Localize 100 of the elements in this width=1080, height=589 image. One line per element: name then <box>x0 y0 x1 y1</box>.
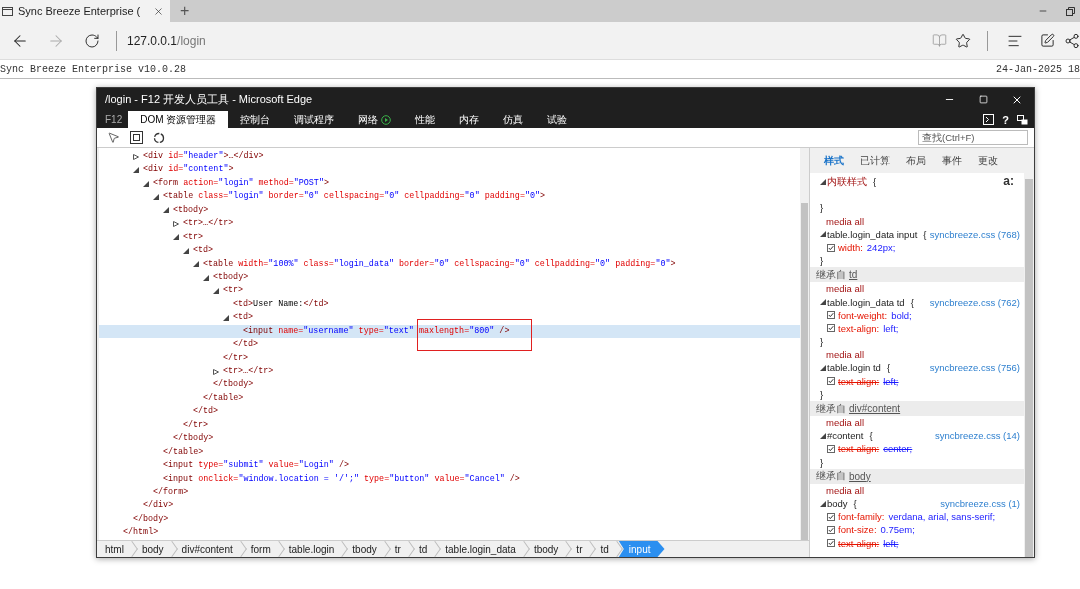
styles-tab[interactable]: 布局 <box>898 153 934 168</box>
rule-selector: table.login_data input <box>827 227 918 241</box>
new-tab-button[interactable]: + <box>170 0 200 22</box>
dom-tree-item[interactable]: <form action="login" method="POST"> <box>99 176 800 191</box>
checkbox[interactable] <box>827 311 835 320</box>
source-link[interactable]: syncbreeze.css (14) <box>935 429 1020 443</box>
console-icon[interactable] <box>983 114 995 125</box>
expanded-triangle-icon[interactable] <box>820 299 826 306</box>
dom-tree-item[interactable]: <input type="submit" value="Login" /> <box>99 459 800 473</box>
rule-selector: #content <box>827 429 864 443</box>
code-line: </html> <box>122 526 160 540</box>
expanded-triangle-icon[interactable] <box>203 274 209 281</box>
dom-tree-item[interactable]: <table width="100%" class="login_data" border="0" cellspacing="0" cellpadding="0" padding="0"> <box>99 257 800 271</box>
devtools-tab[interactable]: 控制台 <box>228 111 283 128</box>
play-icon[interactable] <box>381 114 392 125</box>
devtools-tab[interactable]: 调试程序 <box>282 111 347 128</box>
devtools-tab[interactable]: 仿真 <box>491 111 536 128</box>
expanded-triangle-icon[interactable] <box>223 314 229 321</box>
source-link[interactable]: syncbreeze.css (768) <box>929 227 1020 241</box>
expanded-triangle-icon[interactable] <box>133 167 139 174</box>
devtools-tab[interactable]: 试验 <box>535 111 580 128</box>
expanded-triangle-icon[interactable] <box>193 261 199 268</box>
breadcrumb-item[interactable]: tr <box>568 541 593 557</box>
styles-tab[interactable]: 已计算 <box>852 153 898 168</box>
breadcrumb-item[interactable]: td <box>410 541 438 557</box>
dom-tree-item[interactable]: <tr> <box>99 284 800 298</box>
expanded-triangle-icon[interactable] <box>143 180 149 187</box>
expanded-triangle-icon[interactable] <box>820 365 826 372</box>
expanded-triangle-icon[interactable] <box>820 231 826 238</box>
code-line: </form> <box>152 485 190 499</box>
circle-icon[interactable] <box>153 131 165 144</box>
browser-tab[interactable]: Sync Breeze Enterprise ( <box>0 0 170 22</box>
checkbox[interactable] <box>827 243 835 252</box>
scrollbar-thumb[interactable] <box>1025 179 1033 557</box>
devtools-tab[interactable]: 内存 <box>447 111 492 128</box>
collapsed-triangle-icon[interactable] <box>173 220 179 227</box>
maximize-icon[interactable] <box>978 95 988 104</box>
brace: } <box>820 455 824 469</box>
search-field[interactable]: 查找(Ctrl+F) <box>918 130 1028 145</box>
share-icon[interactable] <box>1064 32 1080 49</box>
help-button[interactable]: ? <box>1002 113 1009 126</box>
checkbox[interactable] <box>827 324 835 333</box>
pseudo-state-button[interactable]: a: <box>1003 175 1014 189</box>
collapsed-triangle-icon[interactable] <box>213 368 219 375</box>
checkbox[interactable] <box>827 525 835 534</box>
scrollbar-thumb[interactable] <box>801 203 808 540</box>
breadcrumb-item[interactable]: tbody <box>525 541 569 557</box>
dom-tree-item[interactable]: <tr>…</tr> <box>99 365 800 379</box>
dom-tree-item[interactable]: <div id="header">…</div> <box>99 150 800 164</box>
expanded-triangle-icon[interactable] <box>820 500 826 507</box>
expanded-triangle-icon[interactable] <box>183 247 189 254</box>
dom-tree-item[interactable]: <td>User Name:</td> <box>99 297 800 312</box>
dom-tree-item[interactable]: <td> <box>99 311 800 325</box>
inherited-label: 继承自 <box>816 469 846 484</box>
styles-tab[interactable]: 事件 <box>934 153 970 168</box>
devtools-tab[interactable]: DOM 资源管理器 <box>128 111 229 128</box>
expanded-triangle-icon[interactable] <box>153 194 159 201</box>
checkbox[interactable] <box>827 377 835 386</box>
expanded-triangle-icon[interactable] <box>213 288 219 295</box>
dom-tree-item[interactable]: <table class="login" border="0" cellspacing="0" cellpadding="0" padding="0"> <box>99 190 800 204</box>
expanded-triangle-icon[interactable] <box>820 178 826 185</box>
media-query: media all <box>826 483 865 497</box>
refresh-icon[interactable] <box>84 32 100 49</box>
dom-tree-item[interactable]: <tr>…</tr> <box>99 217 800 231</box>
source-link[interactable]: syncbreeze.css (762) <box>929 295 1020 309</box>
styles-tab[interactable]: 更改 <box>970 153 1006 168</box>
box-model-icon[interactable] <box>130 131 143 144</box>
devtools-tab[interactable]: 网络 <box>346 111 404 128</box>
inherited-element-link[interactable]: td <box>849 269 858 281</box>
inherited-label: 继承自 <box>816 401 846 416</box>
pen-square-icon[interactable] <box>1039 33 1055 48</box>
restore-icon[interactable] <box>1065 6 1075 16</box>
expanded-triangle-icon[interactable] <box>173 234 179 241</box>
select-element-icon[interactable] <box>107 131 120 144</box>
devtools-tab[interactable]: 性能 <box>403 111 448 128</box>
expanded-triangle-icon[interactable] <box>163 207 169 214</box>
dom-tree-item[interactable]: <div id="content"> <box>99 163 800 177</box>
checkbox[interactable] <box>827 444 835 453</box>
inherited-element-link[interactable]: body <box>849 470 871 482</box>
dom-tree-item[interactable]: <tbody> <box>99 270 800 285</box>
dom-tree-item[interactable]: <tbody> <box>99 203 800 218</box>
styles-tab[interactable]: 样式 <box>816 153 852 168</box>
collapsed-triangle-icon[interactable] <box>133 153 139 160</box>
star-icon[interactable] <box>955 32 971 49</box>
dom-tree-item[interactable]: <input onclick="window.location = '/';" type="button" value="Cancel" /> <box>99 472 800 486</box>
inherited-element-link[interactable]: div#content <box>849 403 901 414</box>
brace: } <box>820 387 824 401</box>
dom-tree-item[interactable]: <tr> <box>99 230 800 245</box>
expanded-triangle-icon[interactable] <box>820 432 826 439</box>
dom-tree-item[interactable]: <input name="username" type="text" maxlength="800" /> <box>99 324 800 339</box>
breadcrumb-item[interactable]: table.login <box>280 541 345 557</box>
dom-tree-item[interactable]: <td> <box>99 244 800 258</box>
checkbox[interactable] <box>827 539 835 548</box>
source-link[interactable]: syncbreeze.css (756) <box>929 361 1020 375</box>
dock-icon[interactable] <box>1017 114 1028 125</box>
rule-selector: body <box>827 496 848 511</box>
code-line: </table> <box>162 445 205 459</box>
checkbox[interactable] <box>827 512 835 521</box>
rule-selector: table.login_data td <box>827 295 905 309</box>
source-link[interactable]: syncbreeze.css (1) <box>940 496 1020 511</box>
